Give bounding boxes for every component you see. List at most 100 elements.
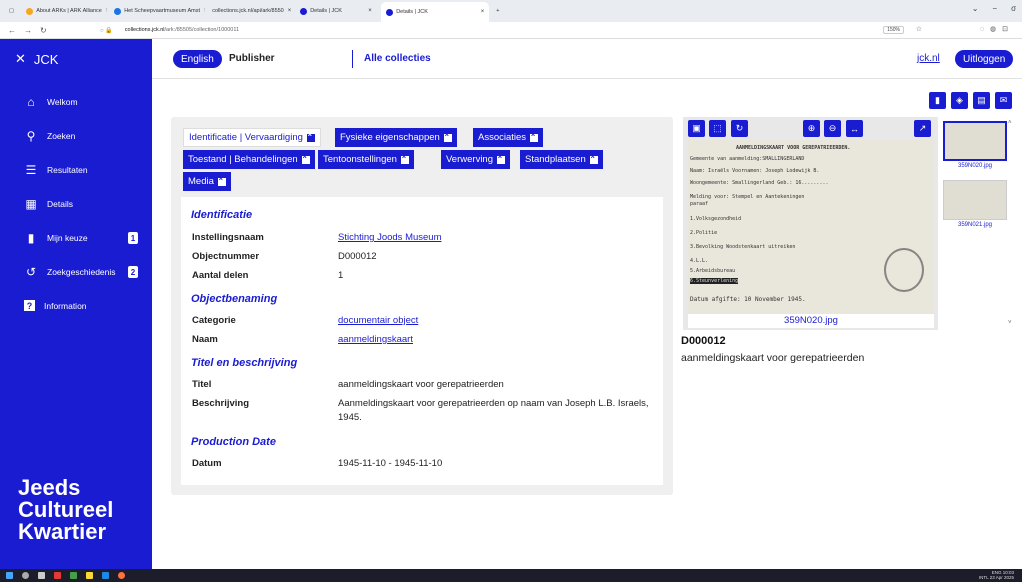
reload-icon[interactable]: ↻ — [40, 26, 47, 35]
chevron-down-icon[interactable]: ˅ — [1008, 320, 1012, 326]
tab-associaties[interactable]: Associaties — [473, 128, 544, 147]
sidebar-item-zoeken[interactable]: ⚲ Zoeken — [24, 129, 139, 143]
rotate-icon[interactable]: ↻ — [731, 120, 748, 137]
tab-tentoonstellingen[interactable]: Tentoonstellingen — [318, 150, 414, 169]
thumbnail-359N020[interactable] — [943, 121, 1007, 161]
thumbnail-359N021[interactable] — [943, 180, 1007, 220]
firefox-icon[interactable] — [118, 572, 125, 579]
publisher-link[interactable]: Publisher — [229, 53, 275, 64]
site-header: ✕ JCK English Publisher Alle collecties … — [0, 39, 1022, 79]
close-window-icon[interactable]: σ — [1011, 4, 1016, 13]
close-icon[interactable]: × — [481, 9, 485, 15]
url-field[interactable]: collections.jck.nl/ark:/85505/collection… — [125, 27, 239, 33]
logo-line: Kwartier — [18, 519, 107, 544]
doc-text-line: Woongemeente: Smallingerland Geb.: 16...… — [690, 180, 829, 186]
instellingsnaam-label: Instellingsnaam — [192, 232, 264, 243]
language-english-button[interactable]: English — [173, 50, 222, 68]
sidebar-item-mijn-keuze[interactable]: ▮ Mijn keuze — [24, 231, 139, 245]
browser-tab[interactable]: × — [359, 2, 379, 20]
zoom-in-icon[interactable]: ⊕ — [803, 120, 820, 137]
beschrijving-value: Aanmeldingskaart voor gerepatrieerden op… — [338, 398, 649, 423]
objectnummer-value: D000012 — [338, 251, 377, 262]
browser-tab-menu-icon[interactable]: ▢ — [4, 2, 19, 20]
browser-tab[interactable]: Het Scheepvaartmuseum Amst × — [109, 2, 205, 20]
chevron-down-icon[interactable]: ⌄ — [972, 4, 979, 13]
browser-tab[interactable]: Details | JCK — [295, 2, 357, 20]
close-tab-icon[interactable] — [589, 153, 598, 164]
print-icon[interactable]: ▤ — [973, 92, 990, 109]
logout-button[interactable]: Uitloggen — [955, 50, 1014, 68]
tab-toestand[interactable]: Toestand | Behandelingen — [183, 150, 315, 169]
new-tab-icon[interactable]: + — [491, 2, 504, 20]
sidebar-item-information[interactable]: ? Information — [24, 300, 139, 311]
back-icon[interactable]: ← — [8, 26, 16, 35]
fullscreen-image-icon[interactable]: ▣ — [688, 120, 705, 137]
tab-standplaatsen[interactable]: Standplaatsen — [520, 150, 603, 169]
tab-identificatie[interactable]: Identificatie | Vervaardiging — [183, 128, 321, 147]
close-tab-icon[interactable] — [530, 131, 539, 142]
tab-media[interactable]: Media — [183, 172, 231, 191]
tab-verwerving[interactable]: Verwerving — [441, 150, 510, 169]
browser-tab[interactable]: About ARKs | ARK Alliance × — [21, 2, 107, 20]
minimize-icon[interactable]: − — [992, 4, 997, 13]
fit-width-icon[interactable]: ↔ — [846, 120, 863, 137]
sidebar-item-details[interactable]: ▦ Details — [24, 197, 139, 211]
alle-collecties-link[interactable]: Alle collecties — [364, 53, 431, 64]
window-controls: ⌄ − σ — [972, 4, 1016, 13]
datum-label: Datum — [192, 458, 222, 469]
browser-tab-label: collections.jck.nl/api/ark/8550 — [212, 8, 284, 14]
instellingsnaam-link[interactable]: Stichting Joods Museum — [338, 231, 442, 245]
select-area-icon[interactable]: ⬚ — [709, 120, 726, 137]
system-tray: ENG 10:03 INTL 23 Apr 2025 — [979, 570, 1014, 580]
tab-fysieke-eigenschappen[interactable]: Fysieke eigenschappen — [335, 128, 457, 147]
stamp-seal — [884, 248, 924, 292]
close-tab-icon[interactable] — [217, 175, 226, 186]
tab-label: Toestand | Behandelingen — [188, 154, 298, 165]
document-image[interactable]: AANMELDINGSKAART VOOR GEREPATRIEERDEN. G… — [688, 140, 934, 314]
zoom-level[interactable]: 150% — [883, 26, 904, 34]
extensions-icon[interactable]: ◌◍⊡ — [980, 25, 1014, 33]
tag-icon[interactable]: ◈ — [951, 92, 968, 109]
close-tab-icon[interactable] — [306, 131, 315, 142]
close-tab-icon[interactable] — [497, 153, 505, 164]
close-icon[interactable]: × — [106, 8, 107, 14]
app-icon[interactable] — [70, 572, 77, 579]
task-view-icon[interactable] — [38, 572, 45, 579]
app-icon[interactable] — [54, 572, 61, 579]
brand-bar: ✕ JCK — [0, 39, 152, 79]
windows-start-icon[interactable] — [6, 572, 13, 579]
chevron-up-icon[interactable]: ˄ — [1008, 120, 1012, 126]
close-icon[interactable]: × — [368, 8, 372, 14]
sidebar-item-resultaten[interactable]: ☰ Resultaten — [24, 163, 139, 177]
categorie-link[interactable]: documentair object — [338, 314, 418, 328]
forward-icon[interactable]: → — [24, 26, 32, 35]
close-icon[interactable]: × — [204, 8, 205, 14]
close-tab-icon[interactable] — [301, 153, 310, 164]
bookmark-add-icon[interactable]: ▮ — [929, 92, 946, 109]
close-tab-icon[interactable] — [443, 131, 452, 142]
close-icon[interactable]: ✕ — [15, 51, 26, 67]
app-icon[interactable] — [102, 572, 109, 579]
zoom-out-icon[interactable]: ⊖ — [824, 120, 841, 137]
doc-text-line: 1.Volksgezondheid — [690, 216, 742, 222]
search-icon[interactable] — [22, 572, 29, 579]
mail-icon[interactable]: ✉ — [995, 92, 1012, 109]
naam-link[interactable]: aanmeldingskaart — [338, 333, 413, 347]
sidebar-item-welkom[interactable]: ⌂ Welkom — [24, 95, 139, 109]
shield-icon: ○ 🔒 — [100, 27, 113, 34]
address-bar: ← → ↻ ○ 🔒 collections.jck.nl/ark:/85505/… — [0, 22, 1022, 39]
close-icon[interactable]: × — [288, 8, 292, 14]
thumbnail-scrollbar[interactable]: ˄ ˅ — [1008, 120, 1014, 326]
doc-text-line: Datum afgifte: 10 November 1945. — [690, 296, 806, 303]
jck-link[interactable]: jck.nl — [917, 53, 940, 64]
aantal-delen-label: Aantal delen — [192, 270, 249, 281]
star-icon[interactable]: ☆ — [916, 25, 922, 33]
home-icon: ⌂ — [27, 95, 35, 109]
close-tab-icon[interactable] — [400, 153, 409, 164]
doc-text-line: 6.Steunverlening — [690, 278, 739, 284]
browser-tab-active[interactable]: Details | JCK × — [381, 2, 490, 22]
open-external-icon[interactable]: ↗ — [914, 120, 931, 137]
browser-tab[interactable]: collections.jck.nl/api/ark/8550 × — [207, 2, 293, 20]
sidebar-item-zoekgeschiedenis[interactable]: ↺ Zoekgeschiedenis — [24, 265, 139, 279]
app-icon[interactable] — [86, 572, 93, 579]
